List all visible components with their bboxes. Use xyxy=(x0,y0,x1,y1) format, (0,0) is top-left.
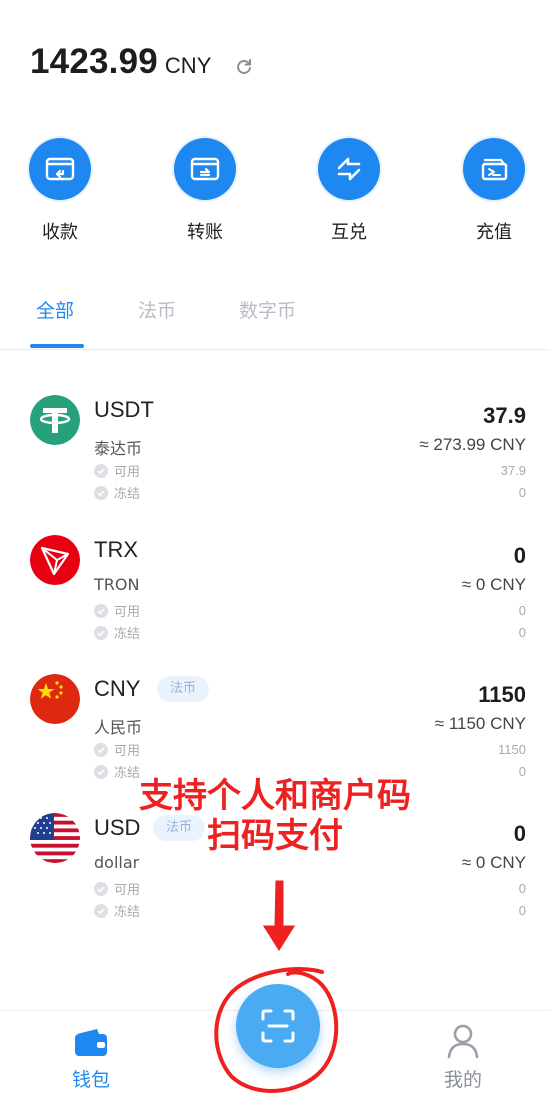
frozen-label: 冻结 xyxy=(114,627,141,642)
frozen-status: 冻结 xyxy=(94,623,140,642)
coin-available: 1150 xyxy=(498,742,526,757)
coin-frozen: 0 xyxy=(518,625,526,640)
available-label: 可用 xyxy=(114,883,141,898)
exchange-button[interactable]: 互兑 xyxy=(304,138,394,244)
coin-available: 0 xyxy=(518,603,526,618)
balance-unit: CNY xyxy=(164,53,212,78)
scan-icon xyxy=(261,1009,295,1043)
nav-wallet-label: 钱包 xyxy=(71,1069,110,1091)
frozen-status: 冻结 xyxy=(94,483,140,502)
coin-name: 泰达币 xyxy=(94,439,143,458)
available-status: 可用 xyxy=(94,461,140,480)
balance-amount: 1423.99 xyxy=(30,42,158,81)
coin-symbol: USDT xyxy=(94,397,154,422)
coin-available: 0 xyxy=(518,881,526,896)
available-label: 可用 xyxy=(114,744,141,759)
topup-button[interactable]: 充值 xyxy=(449,138,539,244)
coin-symbol: TRX xyxy=(94,537,138,562)
available-status: 可用 xyxy=(94,601,140,620)
coin-name: 人民币 xyxy=(94,718,143,737)
refresh-icon[interactable] xyxy=(234,57,254,77)
exchange-label: 互兑 xyxy=(331,222,367,243)
china-flag-icon xyxy=(30,674,80,724)
coin-total: 0 xyxy=(513,543,526,568)
coin-available: 37.9 xyxy=(500,463,526,478)
coin-name: TRON xyxy=(94,575,140,594)
tron-logo-icon xyxy=(30,535,80,585)
active-tab-indicator xyxy=(30,344,84,348)
topup-label: 充值 xyxy=(476,222,512,243)
transfer-button[interactable]: 转账 xyxy=(160,138,250,244)
fiat-badge: 法币 xyxy=(157,676,210,702)
check-icon xyxy=(94,463,108,478)
exchange-icon xyxy=(318,138,380,200)
nav-mine-label: 我的 xyxy=(443,1069,482,1091)
coin-cny-value: ≈ 0 CNY xyxy=(461,575,526,594)
frozen-status: 冻结 xyxy=(94,901,140,920)
coin-frozen: 0 xyxy=(518,903,526,918)
available-label: 可用 xyxy=(114,465,141,480)
nav-mine[interactable]: 我的 xyxy=(408,1011,518,1111)
receive-button[interactable]: 收款 xyxy=(15,138,105,244)
transfer-label: 转账 xyxy=(187,222,223,243)
available-status: 可用 xyxy=(94,879,140,898)
coin-symbol: CNY xyxy=(94,676,141,701)
user-icon xyxy=(447,1024,479,1059)
check-icon xyxy=(94,903,108,918)
frozen-label: 冻结 xyxy=(114,487,141,502)
tab-all[interactable]: 全部 xyxy=(36,296,74,323)
coin-frozen: 0 xyxy=(518,485,526,500)
transfer-icon xyxy=(174,138,236,200)
frozen-label: 冻结 xyxy=(114,905,141,920)
nav-wallet[interactable]: 钱包 xyxy=(36,1011,146,1111)
coin-cny-value: ≈ 273.99 CNY xyxy=(419,435,526,454)
tab-fiat[interactable]: 法币 xyxy=(138,296,176,323)
available-status: 可用 xyxy=(94,740,140,759)
receive-label: 收款 xyxy=(42,222,78,243)
coin-cny-value: ≈ 1150 CNY xyxy=(434,714,526,733)
tab-crypto[interactable]: 数字币 xyxy=(239,296,296,323)
check-icon xyxy=(94,485,108,500)
check-icon xyxy=(94,625,108,640)
coin-total: 1150 xyxy=(478,682,526,707)
check-icon xyxy=(94,603,108,618)
coin-total: 37.9 xyxy=(483,403,526,428)
wallet-icon xyxy=(75,1029,107,1056)
check-icon xyxy=(94,742,108,757)
topup-icon xyxy=(463,138,525,200)
coin-row-usdt[interactable]: USDT 泰达币 可用 冻结 37.9 ≈ 273.99 CNY 37.9 0 xyxy=(0,395,550,525)
scan-button[interactable] xyxy=(236,984,320,1068)
available-label: 可用 xyxy=(114,605,141,620)
usdt-logo-icon xyxy=(30,395,80,445)
receive-icon xyxy=(29,138,91,200)
promo-text-line2: 扫码支付 xyxy=(206,815,343,856)
quick-actions: 收款 转账 互兑 充值 xyxy=(0,138,550,248)
total-balance: 1423.99 CNY xyxy=(30,42,211,92)
check-icon xyxy=(94,881,108,896)
coin-row-trx[interactable]: TRX TRON 可用 冻结 0 ≈ 0 CNY 0 0 xyxy=(0,535,550,665)
asset-tabs: 全部 法币 数字币 xyxy=(0,290,550,350)
